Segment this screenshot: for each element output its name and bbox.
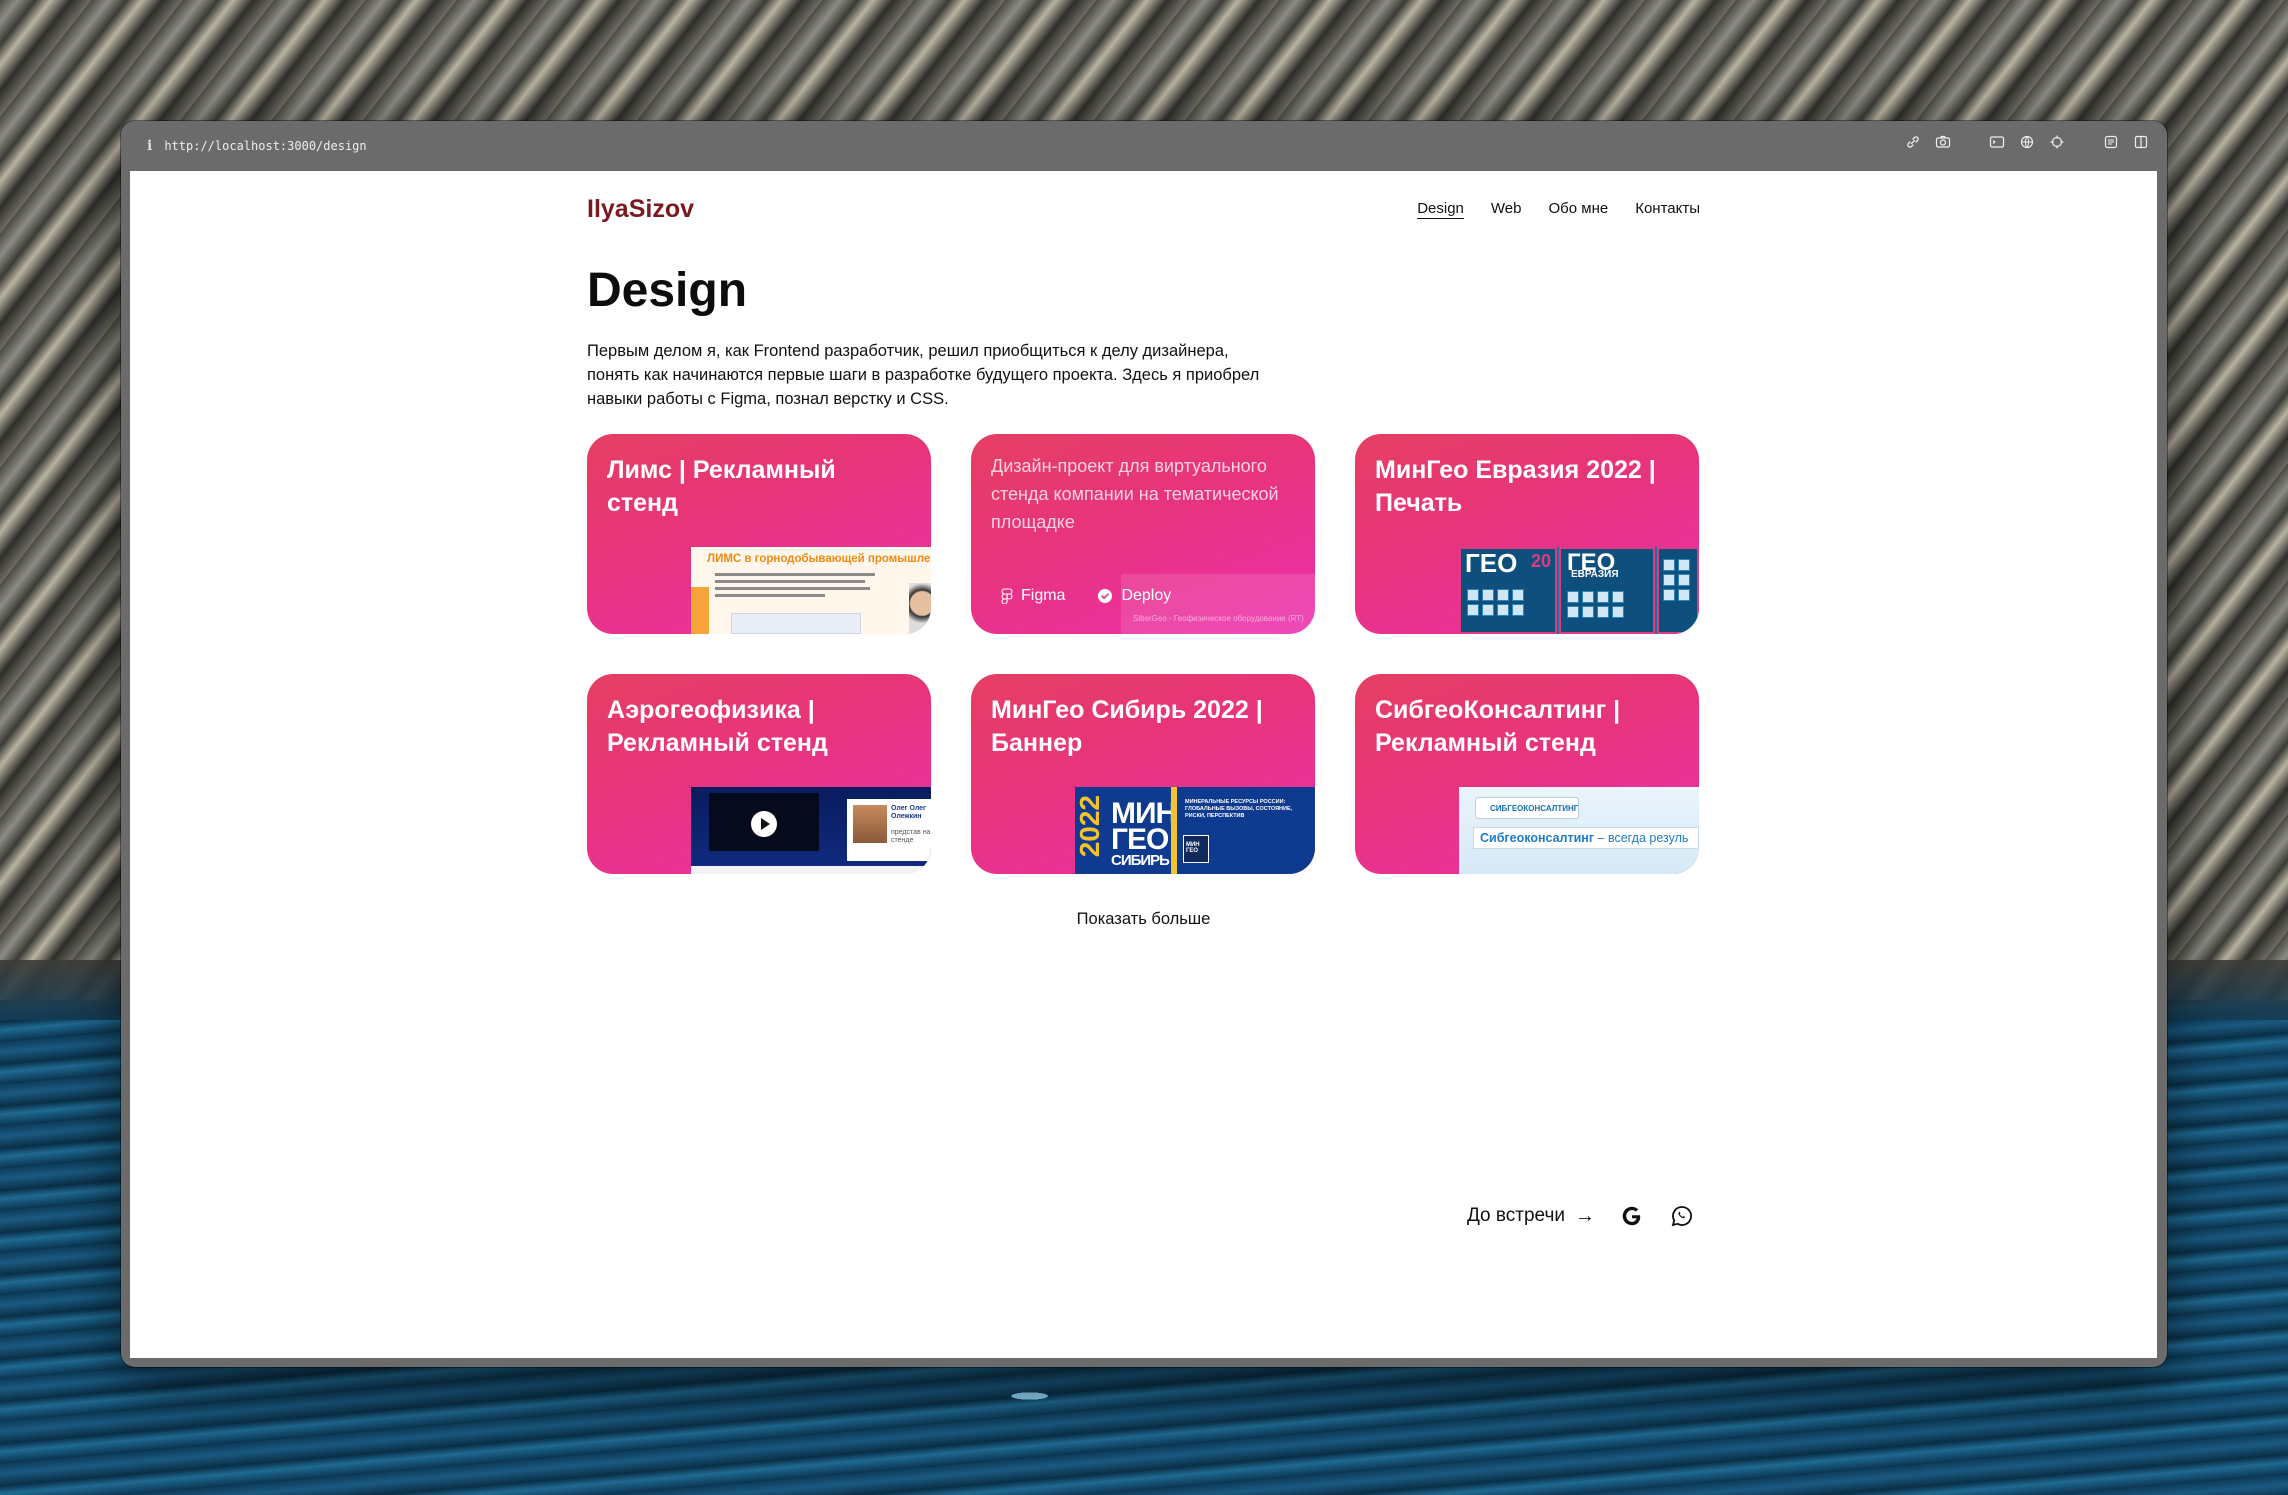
site-header: IlyaSizov Design Web Обо мне Контакты — [587, 186, 1700, 226]
project-card-sibgeo[interactable]: СибгеоКонсалтинг | Рекламный стенд СИБГЕ… — [1355, 674, 1699, 874]
thumb-small-text: ЕВРАЗИЯ — [1571, 569, 1619, 580]
thumb-info: МИНЕРАЛЬНЫЕ РЕСУРСЫ РОССИИ: ГЛОБАЛЬНЫЕ В… — [1185, 799, 1293, 819]
tag-label: Figma — [1021, 587, 1066, 604]
arrow-right-icon: → — [1575, 1204, 1595, 1227]
split-view-icon[interactable] — [2133, 134, 2149, 150]
video-preview — [709, 793, 819, 851]
project-card-virtual-stand[interactable]: Дизайн-проект для виртуального стенда ко… — [971, 434, 1315, 634]
figma-icon — [1001, 588, 1013, 604]
browser-window: i http://localhost:3000/design IlyaSizov… — [121, 121, 2167, 1367]
footer: До встречи → — [1467, 1201, 1695, 1231]
check-circle-icon — [1098, 589, 1113, 603]
card-thumbnail: СИБГЕОКОНСАЛТИНГ Сибгеоконсалтинг – всег… — [1459, 787, 1699, 874]
nav-about[interactable]: Обо мне — [1548, 200, 1608, 219]
thumb-slogan: Сибгеоконсалтинг – всегда резуль — [1473, 827, 1699, 849]
card-title: Лимс | Рекламный стенд — [607, 456, 836, 517]
globe-icon[interactable] — [2019, 134, 2035, 150]
show-more-button[interactable]: Показать больше — [130, 910, 2157, 929]
reader-icon[interactable] — [2103, 134, 2119, 150]
nav-design[interactable]: Design — [1417, 200, 1464, 219]
page-title: Design — [587, 264, 748, 317]
page-intro: Первым делом я, как Frontend разработчик… — [587, 342, 1260, 408]
tag-figma[interactable]: Figma — [1001, 587, 1065, 605]
whatsapp-icon[interactable] — [1669, 1203, 1695, 1229]
project-card-aerogeo[interactable]: Аэрогеофизика | Рекламный стенд Олег Оле… — [587, 674, 931, 874]
site-logo[interactable]: IlyaSizov — [587, 195, 694, 224]
nav-contacts[interactable]: Контакты — [1635, 200, 1700, 219]
person-photo — [909, 583, 931, 634]
card-thumbnail: ГЕО 20 ГЕО ЕВРАЗИЯ — [1459, 547, 1699, 634]
link-icon[interactable] — [1905, 134, 1921, 150]
card-thumbnail: 2022 МИН ГЕО СИБИРЬ МИНЕРАЛЬНЫЕ РЕСУРСЫ … — [1075, 787, 1315, 874]
thumb-person-name: Олег Олег Олежкин — [891, 805, 926, 820]
thumb-year: 20 — [1531, 551, 1552, 571]
tag-label: Deploy — [1121, 587, 1172, 604]
farewell-link[interactable]: До встречи → — [1467, 1205, 1595, 1228]
browser-toolbar: i http://localhost:3000/design — [121, 121, 2167, 171]
toolbar-icons — [1905, 134, 2149, 150]
project-card-lims[interactable]: Лимс | Рекламный стенд ЛИМС в горнодобыв… — [587, 434, 931, 634]
card-title: Аэрогеофизика | Рекламный стенд — [607, 696, 828, 757]
card-description: Дизайн-проект для виртуального стенда ко… — [991, 456, 1279, 532]
thumb-person-sub: представ на стенде — [891, 829, 931, 844]
tag-deploy[interactable]: Deploy — [1097, 587, 1171, 605]
farewell-label: До встречи — [1466, 1205, 1565, 1226]
person-photo — [853, 805, 887, 843]
play-icon — [751, 811, 777, 837]
card-tags: Figma Deploy — [1001, 587, 1171, 605]
page-viewport: IlyaSizov Design Web Обо мне Контакты De… — [130, 171, 2157, 1358]
card-title: МинГео Сибирь 2022 | Баннер — [991, 696, 1263, 757]
card-thumbnail: Олег Олег Олежкин представ на стенде — [691, 787, 931, 874]
thumb-title: МИН ГЕО СИБИРЬ — [1111, 797, 1177, 869]
crosshair-icon[interactable] — [2049, 134, 2065, 150]
google-icon[interactable] — [1619, 1203, 1645, 1229]
thumb-logo: МИН ГЕО — [1183, 835, 1209, 863]
thumb-year: 2022 — [1075, 795, 1105, 858]
card-title: МинГео Евразия 2022 | Печать — [1375, 456, 1656, 517]
terminal-icon[interactable] — [1989, 134, 2005, 150]
thumb-big-text: ГЕО — [1465, 548, 1518, 578]
address-bar[interactable]: http://localhost:3000/design — [164, 139, 366, 153]
project-card-mingeo-eurasia[interactable]: МинГео Евразия 2022 | Печать ГЕО 20 ГЕО … — [1355, 434, 1699, 634]
main-nav: Design Web Обо мне Контакты — [1417, 200, 1700, 219]
thumb-caption: SiberGeo - Геофизическое оборудование (R… — [1133, 614, 1304, 623]
info-icon[interactable]: i — [147, 138, 152, 154]
card-thumbnail: ЛИМС в горнодобывающей промышлен — [691, 547, 931, 634]
card-title: СибгеоКонсалтинг | Рекламный стенд — [1375, 696, 1621, 757]
thumb-logo: СИБГЕОКОНСАЛТИНГ — [1475, 797, 1579, 819]
thumb-heading: ЛИМС в горнодобывающей промышлен — [707, 553, 931, 565]
project-card-mingeo-sibir[interactable]: МинГео Сибирь 2022 | Баннер 2022 МИН ГЕО… — [971, 674, 1315, 874]
nav-web[interactable]: Web — [1491, 200, 1522, 219]
camera-icon[interactable] — [1935, 134, 1951, 150]
